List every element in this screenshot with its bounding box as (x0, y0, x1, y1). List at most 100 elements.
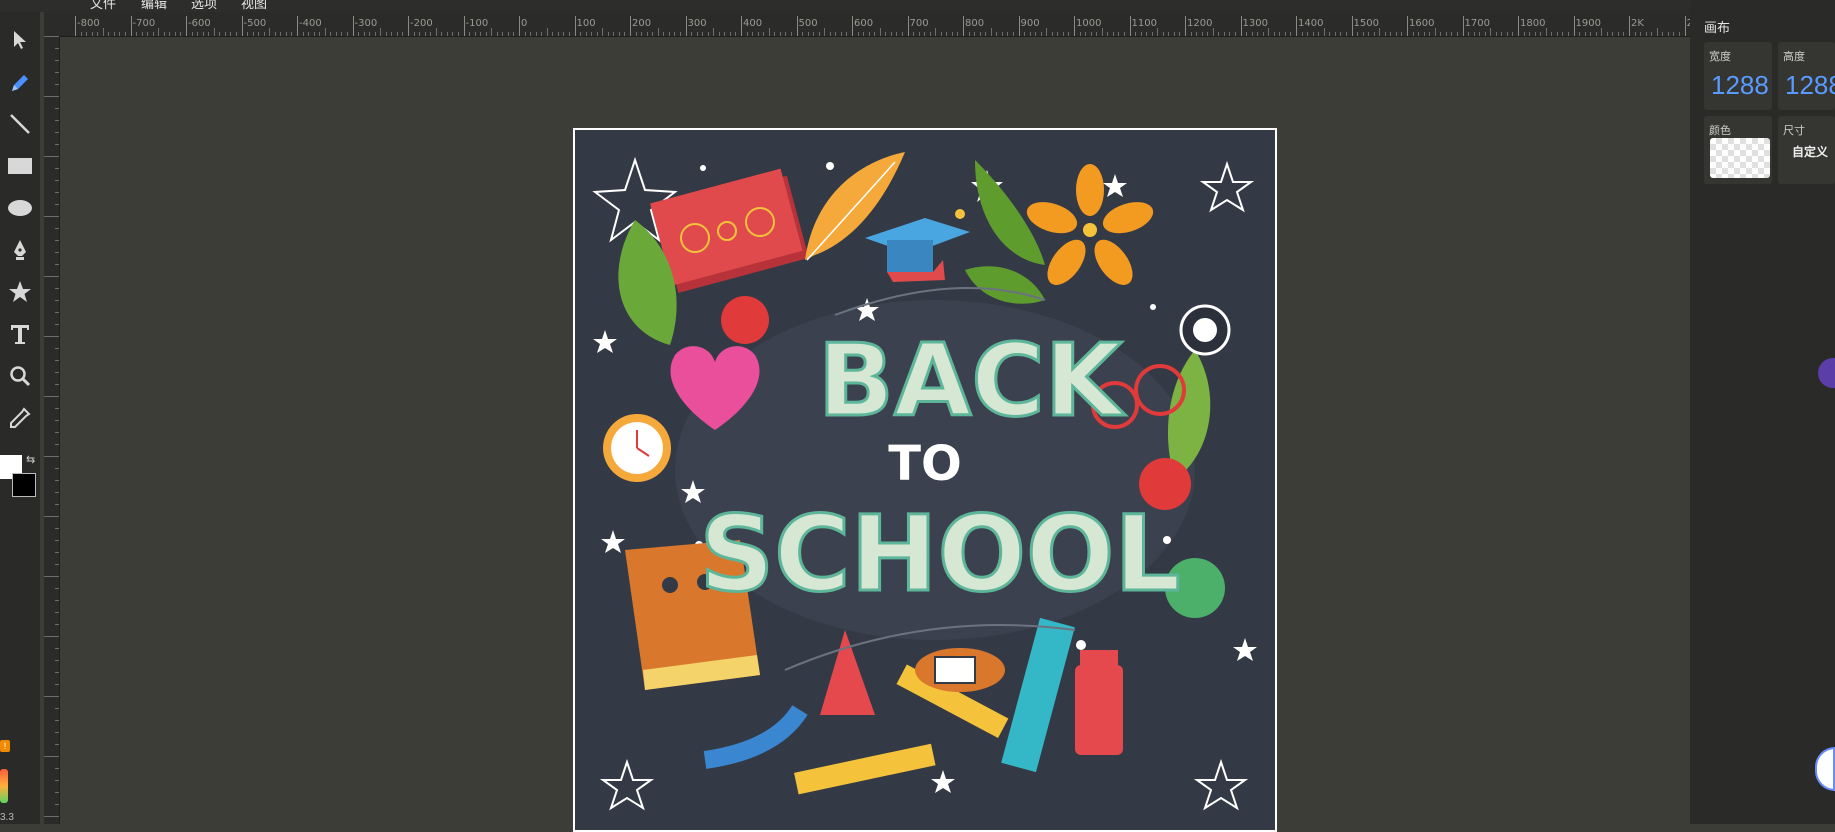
select-tool[interactable] (4, 24, 36, 56)
ruler-minor-tick (1590, 32, 1592, 36)
ruler-tick (1518, 16, 1519, 36)
color-card[interactable]: 颜色 (1704, 116, 1772, 184)
width-value[interactable]: 1288 (1711, 70, 1769, 101)
eyedropper-tool[interactable] (4, 402, 36, 434)
width-label: 宽度 (1709, 51, 1731, 63)
ruler-minor-tick (691, 32, 693, 36)
ruler-tick (1629, 16, 1630, 36)
ruler-tick (297, 16, 298, 36)
ruler-minor-tick (55, 600, 59, 601)
ruler-minor-tick (646, 32, 648, 36)
line-tool[interactable] (4, 108, 36, 140)
height-label: 高度 (1783, 51, 1805, 63)
ruler-minor-tick (885, 32, 887, 36)
ruler-minor-tick (1251, 32, 1253, 36)
ruler-minor-tick (935, 28, 937, 36)
ruler-minor-tick (141, 32, 143, 36)
ruler-minor-tick (663, 32, 665, 36)
pen-tool[interactable] (4, 234, 36, 266)
ruler-minor-tick (413, 32, 415, 36)
width-card[interactable]: 宽度 1288 (1704, 42, 1772, 110)
ruler-minor-tick (713, 28, 715, 36)
star-tool[interactable] (4, 276, 36, 308)
ruler-minor-tick (55, 204, 59, 205)
ruler-minor-tick (924, 32, 926, 36)
ruler-minor-tick (55, 792, 59, 793)
ruler-minor-tick (269, 28, 271, 36)
ruler-label: 1300 (1242, 18, 1268, 29)
ruler-minor-tick (302, 32, 304, 36)
ruler-minor-tick (55, 780, 59, 781)
ruler-minor-tick (580, 32, 582, 36)
ruler-minor-tick (1445, 32, 1447, 36)
ruler-minor-tick (702, 32, 704, 36)
secondary-color-swatch[interactable] (12, 473, 36, 497)
ruler-minor-tick (563, 32, 565, 36)
menu-view[interactable]: 视图 (241, 0, 267, 11)
ruler-minor-tick (1151, 32, 1153, 36)
ruler-minor-tick (55, 720, 59, 721)
line-icon (10, 114, 30, 134)
ruler-tick (1296, 16, 1297, 36)
rectangle-icon (8, 158, 32, 174)
ellipse-tool[interactable] (4, 192, 36, 224)
ruler-minor-tick (197, 32, 199, 36)
ruler-label: 1400 (1298, 18, 1324, 29)
menu-edit[interactable]: 编辑 (141, 0, 167, 11)
ruler-minor-tick (602, 28, 604, 36)
transparent-swatch[interactable] (1710, 138, 1770, 178)
ruler-minor-tick (674, 32, 676, 36)
rectangle-tool[interactable] (4, 150, 36, 182)
ruler-minor-tick (1368, 32, 1370, 36)
ruler-minor-tick (1307, 32, 1309, 36)
canvas-area[interactable]: BACK TO SCHOOL (60, 37, 1690, 832)
height-card[interactable]: 高度 1288 (1778, 42, 1835, 110)
ruler-label: -800 (77, 18, 100, 29)
ruler-minor-tick (169, 32, 171, 36)
ruler-minor-tick (968, 32, 970, 36)
ruler-minor-tick (113, 32, 115, 36)
artwork-title-line-3: SCHOOL (699, 493, 1180, 615)
height-value[interactable]: 1288 (1785, 70, 1835, 101)
ruler-minor-tick (696, 32, 698, 36)
artboard[interactable]: BACK TO SCHOOL (573, 128, 1277, 832)
ruler-minor-tick (1523, 32, 1525, 36)
ruler-minor-tick (55, 408, 59, 409)
ruler-minor-tick (524, 32, 526, 36)
size-card[interactable]: 尺寸 自定义 (1778, 116, 1835, 184)
ruler-minor-tick (136, 32, 138, 36)
help-bubble-icon[interactable] (1815, 747, 1835, 791)
ruler-minor-tick (91, 32, 93, 36)
assistant-bubble-icon[interactable] (1818, 358, 1835, 388)
ruler-minor-tick (1140, 32, 1142, 36)
ruler-minor-tick (1118, 32, 1120, 36)
menu-bar: 文件 编辑 选项 视图 (0, 0, 1690, 12)
text-tool[interactable] (4, 318, 36, 350)
notification-badge-icon[interactable]: ! (0, 740, 10, 752)
ruler-tick (130, 16, 132, 36)
ruler-label: 1600 (1409, 18, 1435, 29)
ruler-minor-tick (1401, 32, 1403, 36)
ruler-minor-tick (1301, 32, 1303, 36)
ruler-minor-tick (208, 32, 210, 36)
ruler-minor-tick (1584, 32, 1586, 36)
menu-options[interactable]: 选项 (191, 0, 217, 11)
menu-file[interactable]: 文件 (90, 0, 116, 11)
ruler-minor-tick (1395, 32, 1397, 36)
ruler-minor-tick (668, 32, 670, 36)
swap-colors-icon[interactable]: ⇆ (26, 453, 35, 466)
ruler-minor-tick (1257, 32, 1259, 36)
size-value[interactable]: 自定义 (1792, 143, 1828, 160)
ruler-minor-tick (55, 384, 59, 385)
ruler-minor-tick (1323, 28, 1325, 36)
ruler-minor-tick (55, 588, 59, 589)
color-gradient-icon[interactable] (0, 769, 8, 803)
ruler-minor-tick (1290, 32, 1292, 36)
pencil-tool[interactable] (4, 67, 36, 99)
ruler-minor-tick (496, 32, 498, 36)
ruler-minor-tick (1540, 32, 1542, 36)
ruler-minor-tick (55, 648, 59, 649)
ruler-minor-tick (55, 444, 59, 445)
zoom-tool[interactable] (4, 360, 36, 392)
ruler-minor-tick (55, 552, 59, 553)
